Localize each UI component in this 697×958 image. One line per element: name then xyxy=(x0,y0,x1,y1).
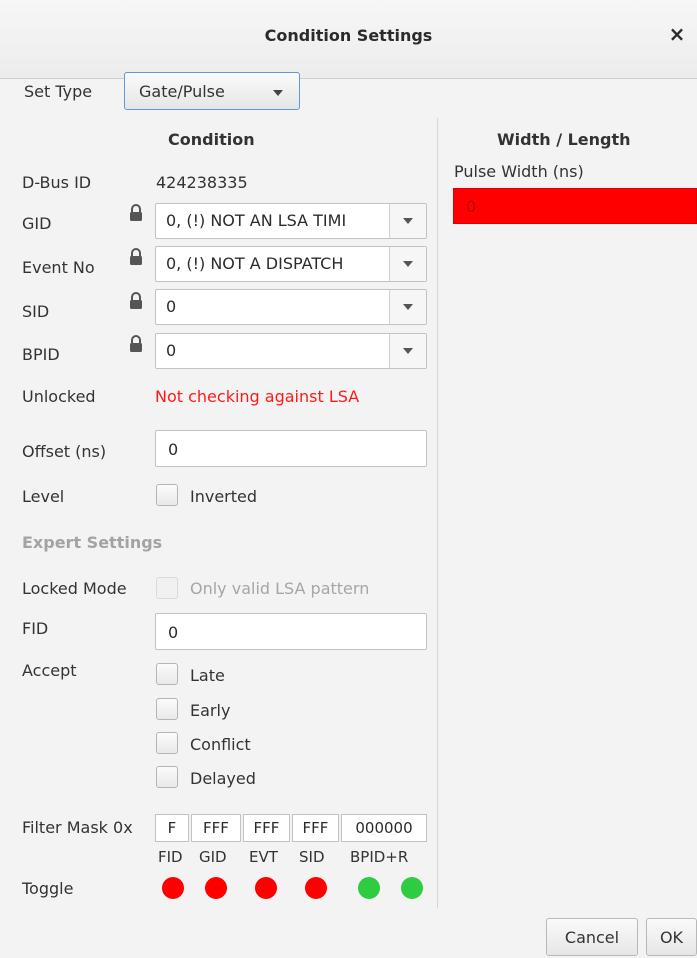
toggle-fid-dot[interactable] xyxy=(162,877,184,899)
pulse-width-input[interactable]: 0 xyxy=(453,188,697,224)
chevron-down-icon xyxy=(403,261,413,267)
toggle-bpid-dot[interactable] xyxy=(358,877,380,899)
locked-mode-label: Locked Mode xyxy=(22,579,127,598)
column-separator xyxy=(437,118,438,908)
event-no-value: 0, (!) NOT A DISPATCH xyxy=(166,254,344,273)
sid-dropdown-button[interactable] xyxy=(389,290,426,324)
expert-settings-header: Expert Settings xyxy=(22,533,163,552)
event-no-label: Event No xyxy=(22,258,95,277)
cancel-button[interactable]: Cancel xyxy=(546,918,638,956)
level-label: Level xyxy=(22,487,65,506)
sid-value: 0 xyxy=(166,297,177,316)
toggle-evt-dot[interactable] xyxy=(255,877,277,899)
caption-bpid-r: BPID+R xyxy=(350,848,409,866)
fid-value: 0 xyxy=(168,623,179,642)
toggle-r-dot[interactable] xyxy=(401,877,423,899)
filter-mask-label: Filter Mask 0x xyxy=(22,818,133,837)
caption-gid: GID xyxy=(199,848,227,866)
offset-input[interactable]: 0 xyxy=(155,430,427,467)
filter-mask-evt-input[interactable]: FFF xyxy=(243,814,290,842)
filter-mask-gid-input[interactable]: FFF xyxy=(191,814,241,842)
filter-mask-bpid-input[interactable]: 000000 xyxy=(341,814,427,842)
inverted-checkbox[interactable] xyxy=(156,484,178,506)
early-checkbox[interactable] xyxy=(156,698,178,720)
conflict-checkbox[interactable] xyxy=(156,732,178,754)
pulse-width-label: Pulse Width (ns) xyxy=(454,162,584,181)
chevron-down-icon xyxy=(403,218,413,224)
fid-input[interactable]: 0 xyxy=(155,613,427,650)
filter-mask-fid-input[interactable]: F xyxy=(155,814,189,842)
delayed-checkbox[interactable] xyxy=(156,766,178,788)
close-icon[interactable]: × xyxy=(665,22,689,46)
bpid-dropdown-button[interactable] xyxy=(389,334,426,368)
dbus-id-label: D-Bus ID xyxy=(22,173,92,192)
accept-label: Accept xyxy=(22,661,77,680)
chevron-down-icon xyxy=(273,90,283,96)
event-no-select[interactable]: 0, (!) NOT A DISPATCH xyxy=(155,246,427,282)
toggle-label: Toggle xyxy=(22,879,74,898)
padlock-icon[interactable] xyxy=(129,292,143,310)
padlock-icon[interactable] xyxy=(129,248,143,266)
offset-value: 0 xyxy=(168,440,179,459)
set-type-select[interactable]: Gate/Pulse xyxy=(124,72,300,110)
offset-label: Offset (ns) xyxy=(22,442,107,461)
event-no-dropdown-button[interactable] xyxy=(389,247,426,281)
caption-fid: FID xyxy=(158,848,183,866)
gid-label: GID xyxy=(22,214,52,233)
gid-dropdown-button[interactable] xyxy=(389,204,426,238)
condition-header: Condition xyxy=(168,130,255,149)
locked-mode-checkbox[interactable] xyxy=(156,577,178,599)
toggle-gid-dot[interactable] xyxy=(205,877,227,899)
bpid-select[interactable]: 0 xyxy=(155,333,427,369)
delayed-label: Delayed xyxy=(190,769,256,788)
late-checkbox[interactable] xyxy=(156,663,178,685)
inverted-label: Inverted xyxy=(190,487,258,506)
bpid-label: BPID xyxy=(22,345,60,364)
sid-label: SID xyxy=(22,302,50,321)
padlock-icon[interactable] xyxy=(129,204,143,222)
caption-sid: SID xyxy=(299,848,325,866)
bpid-value: 0 xyxy=(166,341,177,360)
toggle-sid-dot[interactable] xyxy=(305,877,327,899)
caption-evt: EVT xyxy=(249,848,278,866)
gid-select[interactable]: 0, (!) NOT AN LSA TIMI xyxy=(155,203,427,239)
sid-select[interactable]: 0 xyxy=(155,289,427,325)
lsa-status-text: Not checking against LSA xyxy=(155,387,360,406)
cancel-button-label: Cancel xyxy=(564,928,620,947)
gid-value: 0, (!) NOT AN LSA TIMI xyxy=(166,211,347,230)
set-type-value: Gate/Pulse xyxy=(139,82,225,101)
filter-mask-sid-input[interactable]: FFF xyxy=(292,814,339,842)
fid-label: FID xyxy=(22,619,49,638)
locked-mode-option-label: Only valid LSA pattern xyxy=(190,579,370,598)
dbus-id-value: 424238335 xyxy=(156,173,248,192)
ok-button-label: OK xyxy=(659,928,684,947)
conflict-label: Conflict xyxy=(190,735,251,754)
window-title: Condition Settings xyxy=(264,26,433,45)
pulse-width-value: 0 xyxy=(466,197,477,216)
ok-button[interactable]: OK xyxy=(646,918,697,956)
chevron-down-icon xyxy=(403,348,413,354)
padlock-icon[interactable] xyxy=(129,335,143,353)
set-type-label: Set Type xyxy=(24,82,93,101)
late-label: Late xyxy=(190,666,225,685)
unlocked-label: Unlocked xyxy=(22,387,96,406)
early-label: Early xyxy=(190,701,231,720)
width-length-header: Width / Length xyxy=(497,130,631,149)
chevron-down-icon xyxy=(403,304,413,310)
